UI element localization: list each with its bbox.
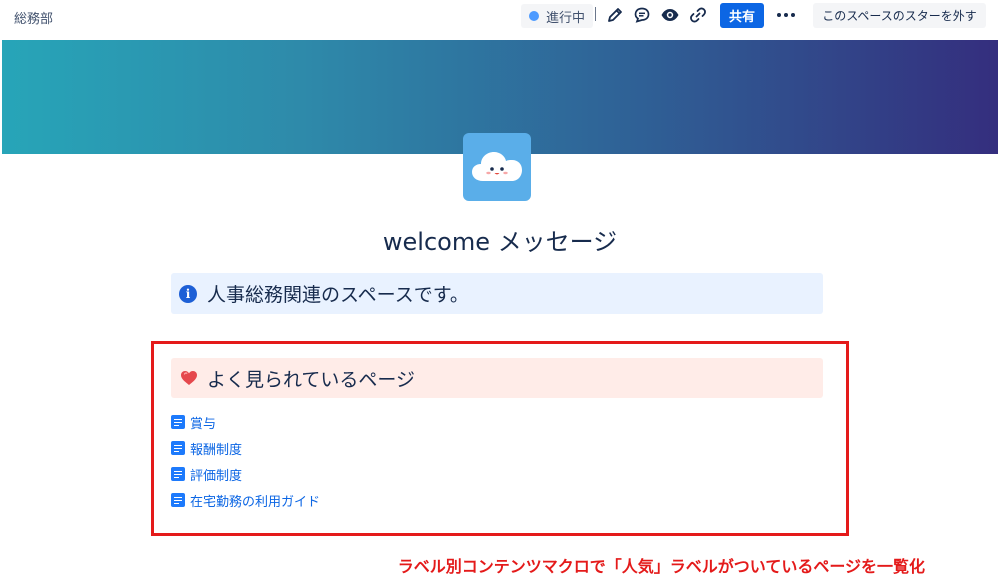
- space-name[interactable]: 総務部: [14, 8, 53, 27]
- comment-icon[interactable]: [632, 5, 652, 25]
- link-icon[interactable]: [688, 5, 708, 25]
- status-label: 進行中: [546, 10, 586, 26]
- list-item[interactable]: 在宅勤務の利用ガイド: [171, 487, 571, 513]
- top-bar: 総務部 進行中 共有 このスペースのスターを外す: [0, 0, 1000, 40]
- popular-pages-list: 賞与 報酬制度 評価制度 在宅勤務の利用ガイド: [171, 409, 571, 513]
- list-item[interactable]: 評価制度: [171, 461, 571, 487]
- watch-icon[interactable]: [660, 5, 680, 25]
- info-panel-text: 人事総務関連のスペースです。: [207, 284, 469, 306]
- heart-icon: [179, 368, 199, 388]
- popular-pages-heading: よく見られているページ: [207, 368, 416, 391]
- edit-icon[interactable]: [605, 5, 625, 25]
- status-dot-icon: [529, 11, 539, 21]
- popular-pages-panel: よく見られているページ: [171, 358, 823, 398]
- page-link[interactable]: 評価制度: [190, 465, 242, 484]
- status-button[interactable]: 進行中: [521, 4, 594, 28]
- page-icon: [171, 415, 185, 429]
- toolbar-divider: [595, 7, 596, 21]
- list-item[interactable]: 賞与: [171, 409, 571, 435]
- more-icon[interactable]: [775, 5, 797, 25]
- page-icon: [171, 467, 185, 481]
- page-icon: [171, 441, 185, 455]
- cloud-face-icon: [472, 152, 522, 181]
- list-item[interactable]: 報酬制度: [171, 435, 571, 461]
- page-emoji-icon[interactable]: [463, 133, 531, 201]
- share-button[interactable]: 共有: [720, 3, 764, 28]
- unstar-space-button[interactable]: このスペースのスターを外す: [813, 3, 986, 28]
- page-link[interactable]: 賞与: [190, 413, 216, 432]
- info-panel: i 人事総務関連のスペースです。: [171, 273, 823, 314]
- annotation-caption: ラベル別コンテンツマクロで「人気」ラベルがついているページを一覧化: [397, 557, 925, 576]
- page-link[interactable]: 報酬制度: [190, 439, 242, 458]
- page-link[interactable]: 在宅勤務の利用ガイド: [190, 491, 320, 510]
- info-icon: i: [179, 284, 197, 303]
- page-icon: [171, 493, 185, 507]
- page-title: welcome メッセージ: [382, 228, 618, 256]
